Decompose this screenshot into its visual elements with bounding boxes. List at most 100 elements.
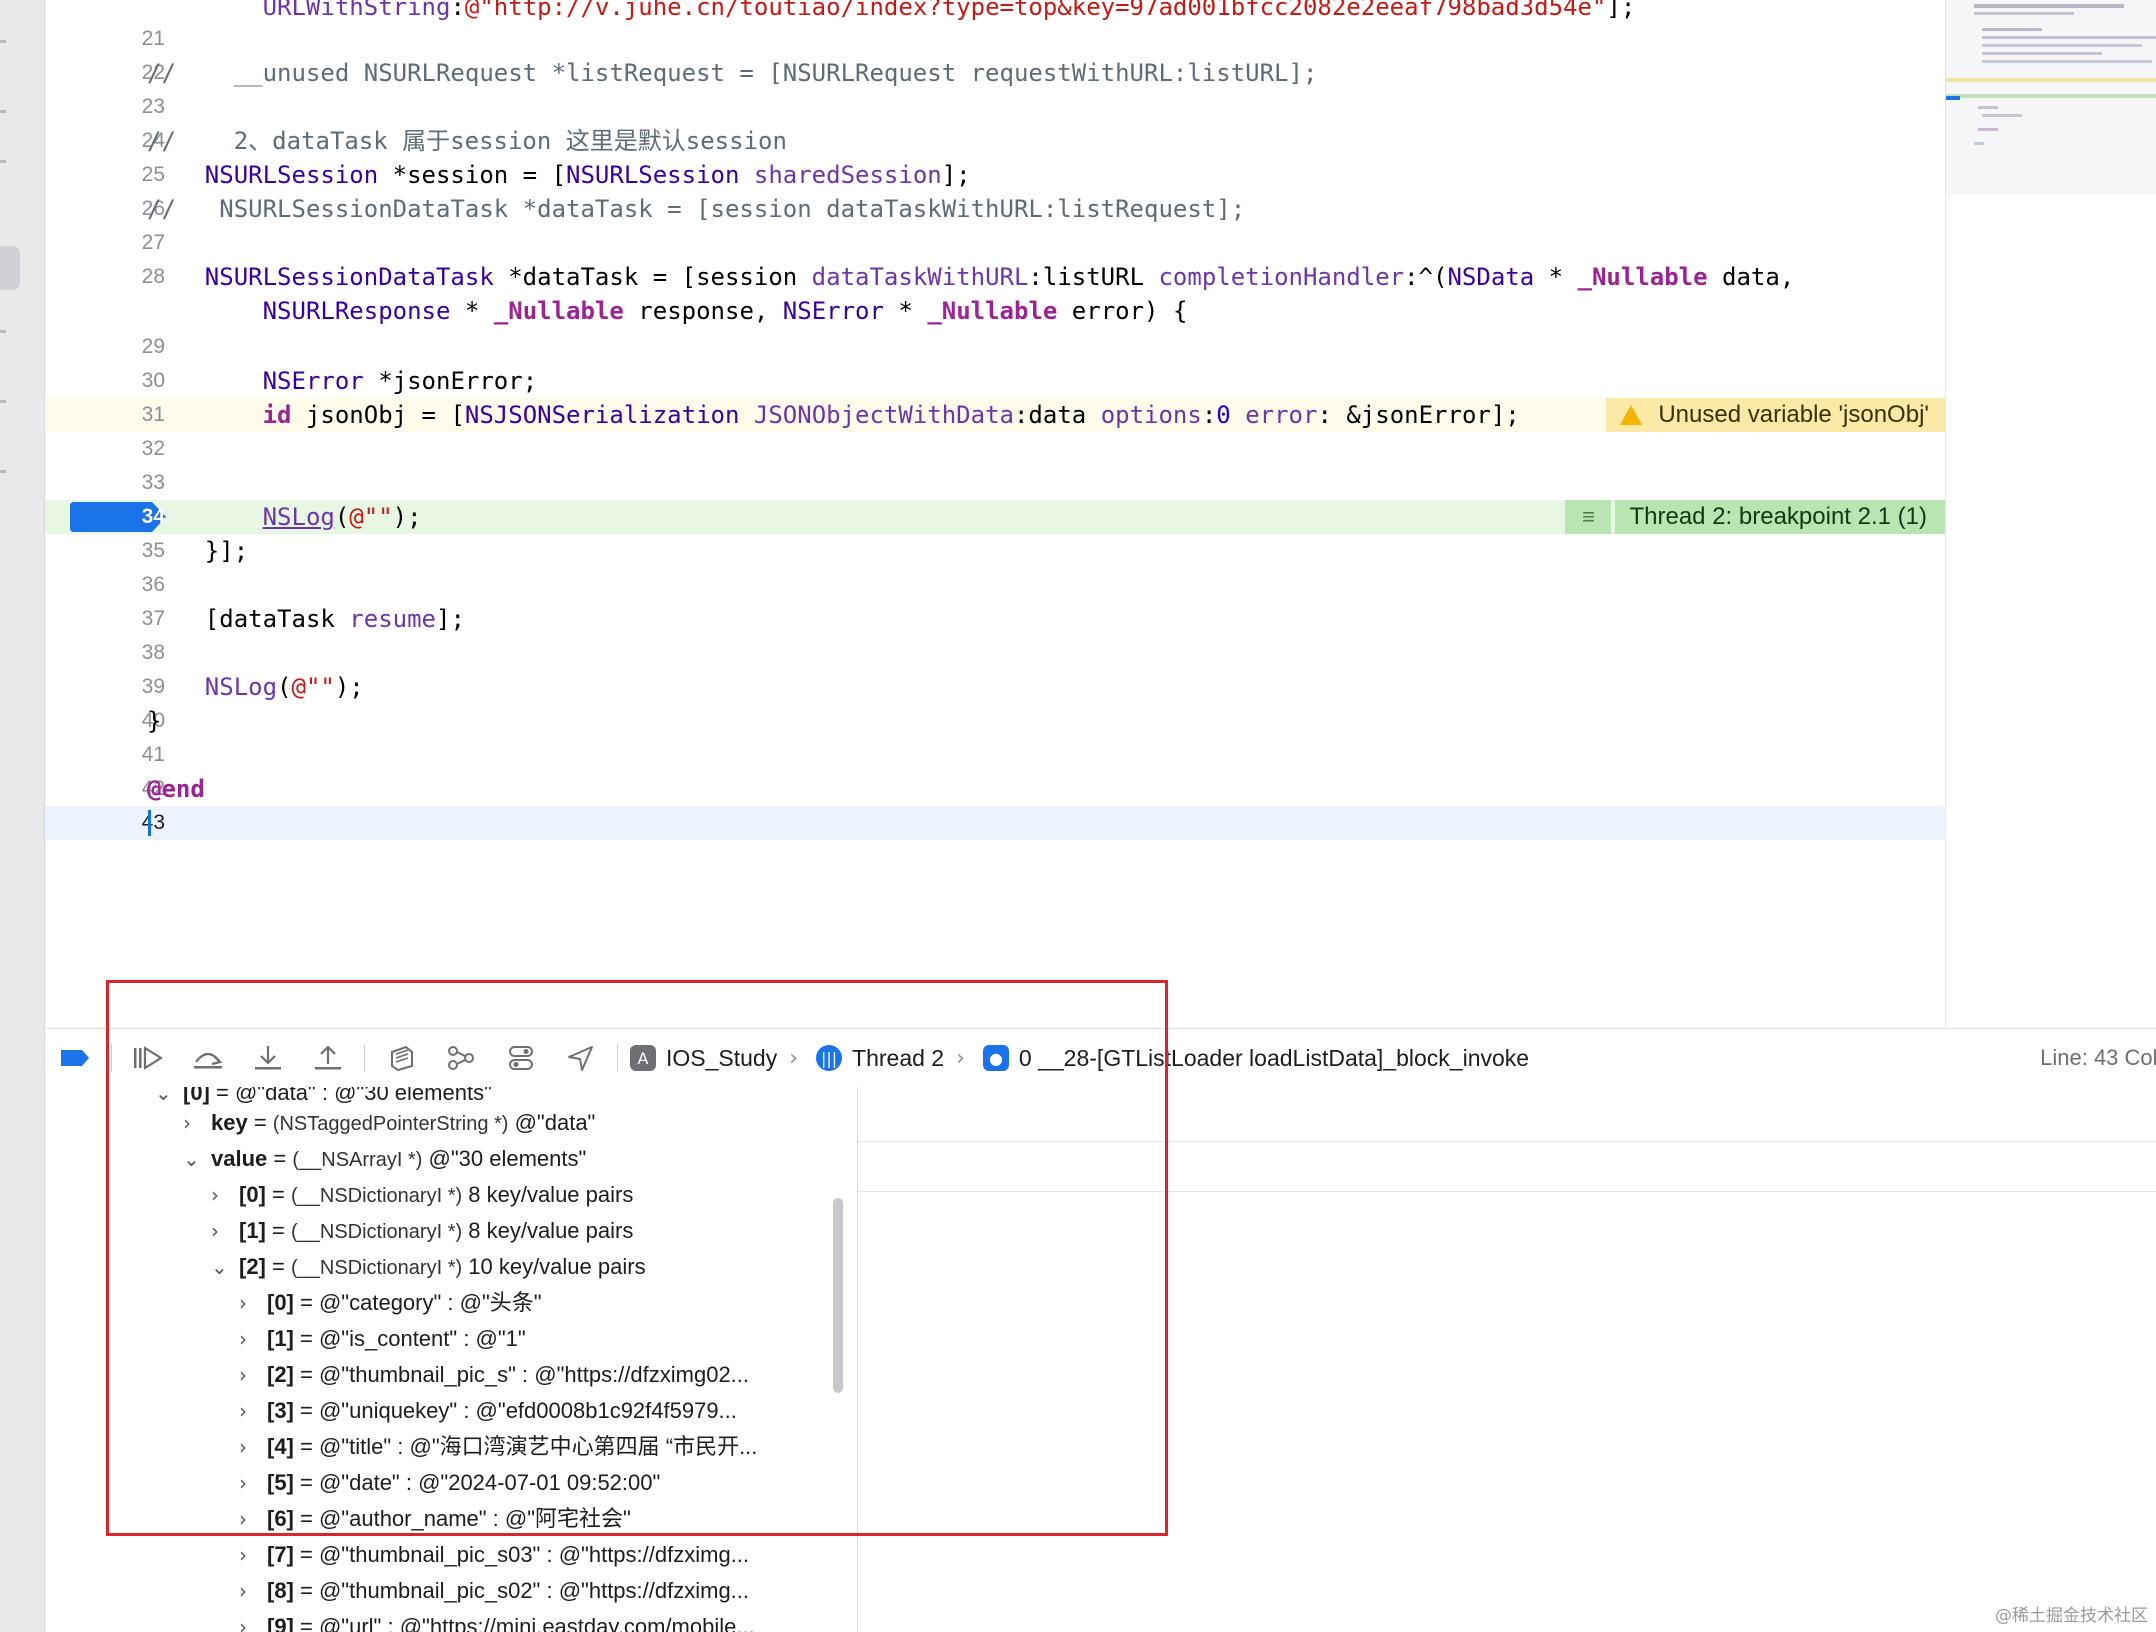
code-token: sharedSession	[753, 161, 942, 189]
code-line[interactable]: 42 @end	[45, 772, 1945, 806]
variable-value: = @"thumbnail_pic_s02" : @"https://dfzxi…	[293, 1578, 750, 1603]
code-token: // NSURLSessionDataTask *dataTask = [ses…	[147, 195, 1246, 223]
code-token: data,	[1707, 263, 1795, 291]
code-text: NSURLResponse * _Nullable response, NSEr…	[147, 294, 1188, 328]
line-number: 33	[141, 471, 165, 494]
code-token: NSLog	[204, 673, 278, 701]
code-token: NSError	[262, 367, 364, 395]
code-token: );	[392, 503, 422, 531]
code-text: // __unused NSURLRequest *listRequest = …	[147, 56, 1317, 90]
variable-row[interactable]: › [7] = @"thumbnail_pic_s03" : @"https://…	[239, 1537, 749, 1573]
variable-name: [9]	[267, 1614, 294, 1632]
code-line[interactable]: 27	[45, 226, 1945, 260]
code-line[interactable]: 34 NSLog(@""); ≡ Thread 2: breakpoint 2.1 …	[45, 500, 1945, 534]
disclosure-collapsed-icon[interactable]: ›	[239, 1609, 267, 1632]
code-token: }	[147, 707, 162, 735]
code-line[interactable]: 30 NSError *jsonError;	[45, 364, 1945, 398]
line-number: 27	[141, 231, 165, 254]
line-number: 38	[141, 641, 165, 664]
code-text: NSError *jsonError;	[147, 364, 538, 398]
code-token: NSURLSession	[566, 161, 740, 189]
code-line[interactable]: 35 }];	[45, 534, 1945, 568]
code-text: NSURLSessionDataTask *dataTask = [sessio…	[147, 260, 1794, 294]
code-line[interactable]: 43	[45, 806, 1945, 840]
code-line[interactable]: 23	[45, 90, 1945, 124]
code-line[interactable]: 39 NSLog(@"");	[45, 670, 1945, 704]
code-line[interactable]: 37 [dataTask resume];	[45, 602, 1945, 636]
code-line[interactable]: 24// 2、dataTask 属于session 这里是默认session	[45, 124, 1945, 158]
code-line[interactable]: 28 NSURLSessionDataTask *dataTask = [ses…	[45, 260, 1945, 294]
code-token: _Nullable	[1577, 263, 1708, 291]
code-token: :	[450, 0, 465, 21]
lines-icon: ≡	[1565, 500, 1612, 534]
code-token: *session = [	[378, 161, 567, 189]
code-token: completionHandler	[1158, 263, 1405, 291]
code-token: ];	[941, 161, 971, 189]
code-token: [dataTask	[204, 605, 350, 633]
code-token: id	[262, 401, 292, 429]
code-token: NSError	[782, 297, 884, 325]
watermark: @稀土掘金技术社区	[1995, 1606, 2148, 1626]
code-token: NSLog	[262, 503, 335, 531]
code-token: resume	[349, 605, 436, 633]
breakpoint-icon	[61, 1050, 89, 1066]
code-line[interactable]: 31 id jsonObj = [NSJSONSerialization JSO…	[45, 398, 1945, 432]
code-line[interactable]: 41	[45, 738, 1945, 772]
code-token: *dataTask = [session	[493, 263, 812, 291]
code-token: response,	[623, 297, 783, 325]
disclosure-collapsed-icon[interactable]: ›	[239, 1573, 267, 1609]
disclosure-collapsed-icon[interactable]: ›	[239, 1537, 267, 1573]
code-token: *jsonError;	[363, 367, 538, 395]
code-token: error) {	[1057, 297, 1188, 325]
code-token: ];	[1606, 0, 1636, 21]
code-token: *	[1534, 263, 1578, 291]
code-line[interactable]: 32	[45, 432, 1945, 466]
breakpoint-text: Thread 2: breakpoint 2.1 (1)	[1615, 500, 1945, 534]
variable-name: [7]	[267, 1542, 294, 1567]
breakpoint-annotation[interactable]: ≡ Thread 2: breakpoint 2.1 (1)	[1565, 500, 1945, 534]
breakpoints-toggle[interactable]	[45, 1029, 105, 1087]
variable-row[interactable]: › [9] = @"url" : @"https://mini.eastday.c…	[239, 1609, 755, 1632]
code-token: URLWithString	[262, 0, 451, 21]
code-token: @""	[349, 503, 393, 531]
code-token: :data	[1013, 401, 1101, 429]
code-line[interactable]: 33	[45, 466, 1945, 500]
text-cursor	[148, 810, 151, 836]
line-number: 29	[141, 335, 165, 358]
line-number: 32	[141, 437, 165, 460]
code-text: [dataTask resume];	[147, 602, 465, 636]
code-token: NSURLSession	[204, 161, 379, 189]
code-line[interactable]: 40}	[45, 704, 1945, 738]
code-line[interactable]: 36	[45, 568, 1945, 602]
code-token: options	[1100, 401, 1202, 429]
code-token: @"http://v.juhe.cn/toutiao/index?type=to…	[464, 0, 1607, 21]
warning-annotation[interactable]: Unused variable 'jsonObj'	[1606, 398, 1945, 432]
warning-icon	[1620, 405, 1643, 425]
code-text: id jsonObj = [NSJSONSerialization JSONOb…	[147, 398, 1520, 432]
code-line[interactable]: 22// __unused NSURLRequest *listRequest …	[45, 56, 1945, 90]
code-line[interactable]: 25 NSURLSession *session = [NSURLSession…	[45, 158, 1945, 192]
code-line[interactable]: 38	[45, 636, 1945, 670]
code-token: 0	[1216, 401, 1231, 429]
code-token: NSURLSessionDataTask	[204, 263, 494, 291]
code-token: jsonObj = [	[291, 401, 465, 429]
code-token: _Nullable	[493, 297, 624, 325]
code-line[interactable]: 26// NSURLSessionDataTask *dataTask = [s…	[45, 192, 1945, 226]
variable-row[interactable]: › [8] = @"thumbnail_pic_s02" : @"https://…	[239, 1573, 749, 1609]
code-text: // 2、dataTask 属于session 这里是默认session	[147, 124, 787, 158]
variable-name: [8]	[267, 1578, 294, 1603]
code-line[interactable]: URLWithString:@"http://v.juhe.cn/toutiao…	[45, 0, 1945, 24]
code-token: @end	[147, 775, 205, 803]
code-line[interactable]: NSURLResponse * _Nullable response, NSEr…	[45, 294, 1945, 328]
code-token: }];	[204, 537, 249, 565]
code-text: }	[147, 704, 161, 738]
code-token: JSONObjectWithData	[753, 401, 1014, 429]
minimap[interactable]	[1945, 0, 2156, 195]
code-text: @end	[147, 772, 205, 806]
source-editor[interactable]: URLWithString:@"http://v.juhe.cn/toutiao…	[45, 0, 1945, 1028]
code-line[interactable]: 29	[45, 330, 1945, 364]
code-line[interactable]: 21	[45, 22, 1945, 56]
highlight-annotation-box	[106, 980, 1168, 1536]
